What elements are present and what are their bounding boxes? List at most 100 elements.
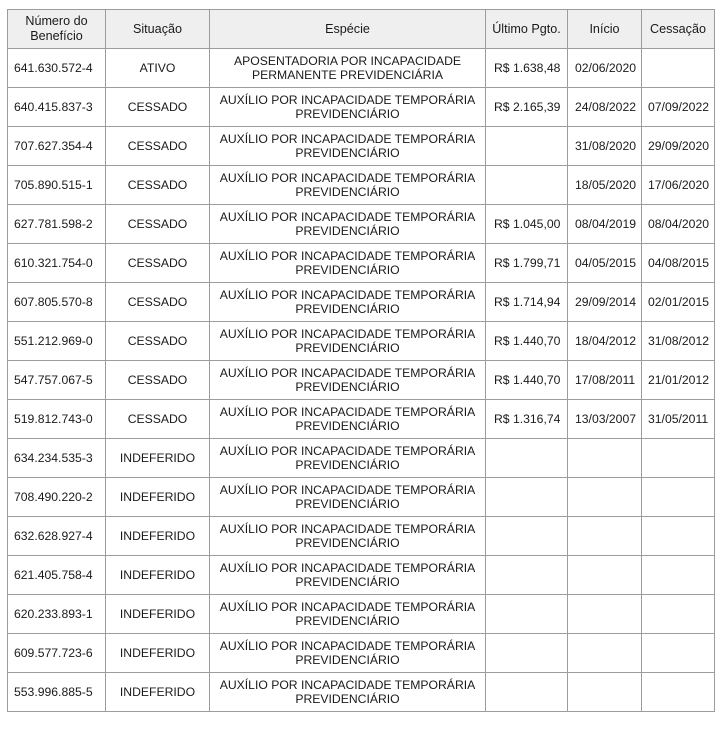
- cell-numero-beneficio: 705.890.515-1: [7, 165, 106, 205]
- cell-inicio: 18/04/2012: [567, 321, 642, 361]
- table-row: 551.212.969-0 CESSADO AUXÍLIO POR INCAPACI…: [7, 321, 715, 361]
- cell-especie: AUXÍLIO POR INCAPACIDADE TEMPORÁRIA PREV…: [209, 165, 486, 205]
- cell-inicio: 13/03/2007: [567, 399, 642, 439]
- cell-situacao: CESSADO: [105, 87, 210, 127]
- cell-ultimo-pgto: R$ 1.799,71: [485, 243, 568, 283]
- cell-inicio: 04/05/2015: [567, 243, 642, 283]
- cell-numero-beneficio: 632.628.927-4: [7, 516, 106, 556]
- cell-ultimo-pgto: R$ 2.165,39: [485, 87, 568, 127]
- cell-ultimo-pgto: [485, 516, 568, 556]
- benefits-table-container: Número do Benefício Situação Espécie Últ…: [7, 9, 715, 712]
- cell-especie: APOSENTADORIA POR INCAPACIDADE PERMANENT…: [209, 48, 486, 88]
- cell-cessacao: [641, 672, 715, 712]
- cell-inicio: 02/06/2020: [567, 48, 642, 88]
- cell-numero-beneficio: 519.812.743-0: [7, 399, 106, 439]
- table-row: 705.890.515-1 CESSADO AUXÍLIO POR INCAPACI…: [7, 165, 715, 205]
- header-cessacao: Cessação: [641, 9, 715, 49]
- cell-numero-beneficio: 551.212.969-0: [7, 321, 106, 361]
- cell-inicio: [567, 516, 642, 556]
- cell-inicio: [567, 633, 642, 673]
- cell-numero-beneficio: 610.321.754-0: [7, 243, 106, 283]
- cell-ultimo-pgto: [485, 555, 568, 595]
- cell-cessacao: [641, 438, 715, 478]
- table-body: 641.630.572-4 ATIVO APOSENTADORIA POR INCA…: [7, 48, 715, 712]
- table-row: 634.234.535-3 INDEFERIDO AUXÍLIO POR INCAP…: [7, 438, 715, 478]
- cell-ultimo-pgto: R$ 1.638,48: [485, 48, 568, 88]
- cell-cessacao: 17/06/2020: [641, 165, 715, 205]
- cell-especie: AUXÍLIO POR INCAPACIDADE TEMPORÁRIA PREV…: [209, 438, 486, 478]
- table-row: 607.805.570-8 CESSADO AUXÍLIO POR INCAPACI…: [7, 282, 715, 322]
- table-row: 519.812.743-0 CESSADO AUXÍLIO POR INCAPACI…: [7, 399, 715, 439]
- cell-especie: AUXÍLIO POR INCAPACIDADE TEMPORÁRIA PREV…: [209, 672, 486, 712]
- table-row: 609.577.723-6 INDEFERIDO AUXÍLIO POR INCAP…: [7, 633, 715, 673]
- cell-cessacao: [641, 555, 715, 595]
- cell-inicio: 08/04/2019: [567, 204, 642, 244]
- cell-inicio: [567, 477, 642, 517]
- cell-cessacao: 07/09/2022: [641, 87, 715, 127]
- cell-ultimo-pgto: R$ 1.714,94: [485, 282, 568, 322]
- cell-especie: AUXÍLIO POR INCAPACIDADE TEMPORÁRIA PREV…: [209, 555, 486, 595]
- cell-cessacao: 02/01/2015: [641, 282, 715, 322]
- header-ultimo-pgto: Último Pgto.: [485, 9, 568, 49]
- table-row: 553.996.885-5 INDEFERIDO AUXÍLIO POR INCAP…: [7, 672, 715, 712]
- cell-especie: AUXÍLIO POR INCAPACIDADE TEMPORÁRIA PREV…: [209, 243, 486, 283]
- header-inicio: Início: [567, 9, 642, 49]
- cell-especie: AUXÍLIO POR INCAPACIDADE TEMPORÁRIA PREV…: [209, 126, 486, 166]
- header-row: Número do Benefício Situação Espécie Últ…: [7, 9, 715, 49]
- cell-inicio: 31/08/2020: [567, 126, 642, 166]
- cell-cessacao: [641, 594, 715, 634]
- table-row: 707.627.354-4 CESSADO AUXÍLIO POR INCAPACI…: [7, 126, 715, 166]
- cell-situacao: CESSADO: [105, 399, 210, 439]
- cell-especie: AUXÍLIO POR INCAPACIDADE TEMPORÁRIA PREV…: [209, 204, 486, 244]
- cell-situacao: INDEFERIDO: [105, 594, 210, 634]
- cell-cessacao: [641, 633, 715, 673]
- cell-ultimo-pgto: [485, 438, 568, 478]
- cell-numero-beneficio: 607.805.570-8: [7, 282, 106, 322]
- cell-cessacao: [641, 477, 715, 517]
- cell-numero-beneficio: 609.577.723-6: [7, 633, 106, 673]
- cell-situacao: CESSADO: [105, 126, 210, 166]
- table-row: 620.233.893-1 INDEFERIDO AUXÍLIO POR INCAP…: [7, 594, 715, 634]
- table-row: 632.628.927-4 INDEFERIDO AUXÍLIO POR INCAP…: [7, 516, 715, 556]
- cell-cessacao: 04/08/2015: [641, 243, 715, 283]
- cell-inicio: [567, 672, 642, 712]
- cell-situacao: ATIVO: [105, 48, 210, 88]
- header-numero-beneficio: Número do Benefício: [7, 9, 106, 49]
- cell-especie: AUXÍLIO POR INCAPACIDADE TEMPORÁRIA PREV…: [209, 477, 486, 517]
- cell-especie: AUXÍLIO POR INCAPACIDADE TEMPORÁRIA PREV…: [209, 321, 486, 361]
- cell-ultimo-pgto: [485, 594, 568, 634]
- table-row: 708.490.220-2 INDEFERIDO AUXÍLIO POR INCAP…: [7, 477, 715, 517]
- cell-situacao: INDEFERIDO: [105, 477, 210, 517]
- cell-situacao: CESSADO: [105, 282, 210, 322]
- cell-situacao: CESSADO: [105, 321, 210, 361]
- cell-numero-beneficio: 553.996.885-5: [7, 672, 106, 712]
- cell-situacao: CESSADO: [105, 165, 210, 205]
- cell-cessacao: 21/01/2012: [641, 360, 715, 400]
- cell-ultimo-pgto: [485, 672, 568, 712]
- cell-inicio: 29/09/2014: [567, 282, 642, 322]
- table-row: 547.757.067-5 CESSADO AUXÍLIO POR INCAPACI…: [7, 360, 715, 400]
- cell-numero-beneficio: 634.234.535-3: [7, 438, 106, 478]
- cell-ultimo-pgto: R$ 1.440,70: [485, 321, 568, 361]
- cell-cessacao: 31/08/2012: [641, 321, 715, 361]
- table-row: 621.405.758-4 INDEFERIDO AUXÍLIO POR INCAP…: [7, 555, 715, 595]
- header-especie: Espécie: [209, 9, 486, 49]
- cell-inicio: 17/08/2011: [567, 360, 642, 400]
- header-situacao: Situação: [105, 9, 210, 49]
- cell-especie: AUXÍLIO POR INCAPACIDADE TEMPORÁRIA PREV…: [209, 516, 486, 556]
- cell-situacao: INDEFERIDO: [105, 672, 210, 712]
- cell-inicio: 24/08/2022: [567, 87, 642, 127]
- cell-especie: AUXÍLIO POR INCAPACIDADE TEMPORÁRIA PREV…: [209, 360, 486, 400]
- cell-ultimo-pgto: [485, 477, 568, 517]
- cell-numero-beneficio: 640.415.837-3: [7, 87, 106, 127]
- cell-especie: AUXÍLIO POR INCAPACIDADE TEMPORÁRIA PREV…: [209, 633, 486, 673]
- cell-inicio: 18/05/2020: [567, 165, 642, 205]
- table-header: Número do Benefício Situação Espécie Últ…: [7, 9, 715, 49]
- cell-ultimo-pgto: [485, 633, 568, 673]
- cell-numero-beneficio: 707.627.354-4: [7, 126, 106, 166]
- table-row: 610.321.754-0 CESSADO AUXÍLIO POR INCAPACI…: [7, 243, 715, 283]
- table-row: 627.781.598-2 CESSADO AUXÍLIO POR INCAPACI…: [7, 204, 715, 244]
- cell-situacao: CESSADO: [105, 360, 210, 400]
- cell-numero-beneficio: 621.405.758-4: [7, 555, 106, 595]
- table-row: 640.415.837-3 CESSADO AUXÍLIO POR INCAPACI…: [7, 87, 715, 127]
